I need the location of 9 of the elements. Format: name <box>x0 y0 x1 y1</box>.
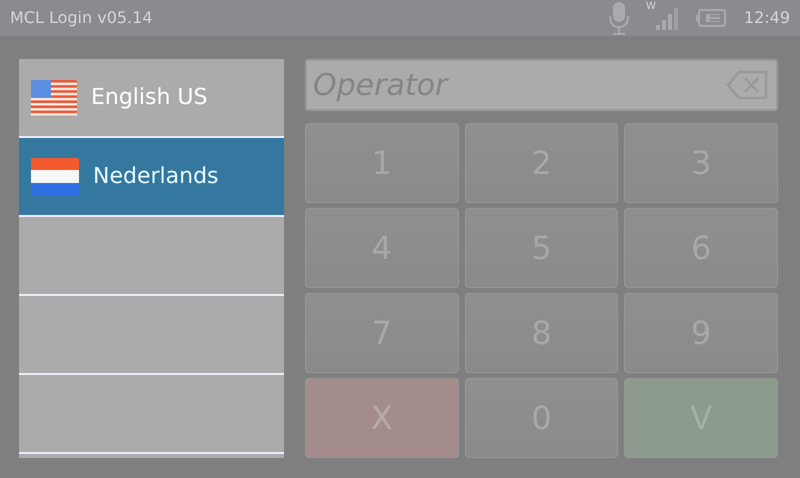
microphone-icon <box>608 1 630 35</box>
network-type-label: W <box>646 2 656 12</box>
us-flag-icon <box>31 80 77 116</box>
app-title: MCL Login v05.14 <box>10 7 152 29</box>
signal-icon <box>656 6 680 30</box>
clock-time: 12:49 <box>744 7 790 29</box>
language-item[interactable]: Nederlands <box>19 138 284 217</box>
netherlands-flag-icon <box>31 158 79 196</box>
battery-charging-icon <box>696 9 728 27</box>
